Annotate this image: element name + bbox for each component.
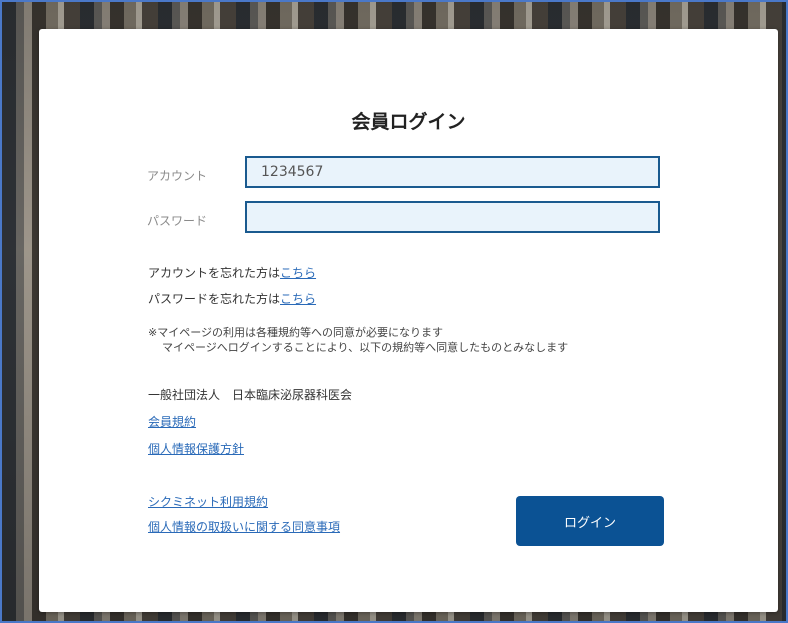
terms-notice-line2: マイページへログインすることにより、以下の規約等へ同意したものとみなします	[162, 341, 569, 354]
page-title: 会員ログイン	[351, 111, 466, 133]
account-input[interactable]	[245, 156, 660, 188]
terms-notice: ※マイページの利用は各種規約等への同意が必要になります マイページへログインする…	[148, 325, 568, 355]
window-frame: 会員ログイン アカウント パスワード アカウントを忘れた方はこちら パスワードを…	[0, 0, 788, 623]
forgot-password-text: パスワードを忘れた方は	[148, 292, 281, 306]
personal-info-consent-link[interactable]: 個人情報の取扱いに関する同意事項	[148, 518, 340, 535]
shikuminet-terms-link[interactable]: シクミネット利用規約	[148, 493, 268, 510]
login-button[interactable]: ログイン	[516, 496, 664, 546]
privacy-policy-link[interactable]: 個人情報保護方針	[148, 440, 244, 457]
member-terms-link[interactable]: 会員規約	[148, 413, 196, 430]
forgot-account-link[interactable]: こちら	[280, 266, 316, 280]
forgot-password-link[interactable]: こちら	[280, 292, 316, 306]
organization-name: 一般社団法人 日本臨床泌尿器科医会	[148, 388, 353, 402]
forgot-password-line: パスワードを忘れた方はこちら	[148, 290, 316, 307]
forgot-account-text: アカウントを忘れた方は	[148, 266, 281, 280]
password-input[interactable]	[245, 201, 660, 233]
password-label: パスワード	[147, 214, 208, 228]
account-label: アカウント	[147, 169, 208, 183]
terms-notice-line1: ※マイページの利用は各種規約等への同意が必要になります	[148, 326, 443, 339]
login-card: 会員ログイン アカウント パスワード アカウントを忘れた方はこちら パスワードを…	[39, 29, 778, 612]
forgot-account-line: アカウントを忘れた方はこちら	[148, 264, 316, 281]
